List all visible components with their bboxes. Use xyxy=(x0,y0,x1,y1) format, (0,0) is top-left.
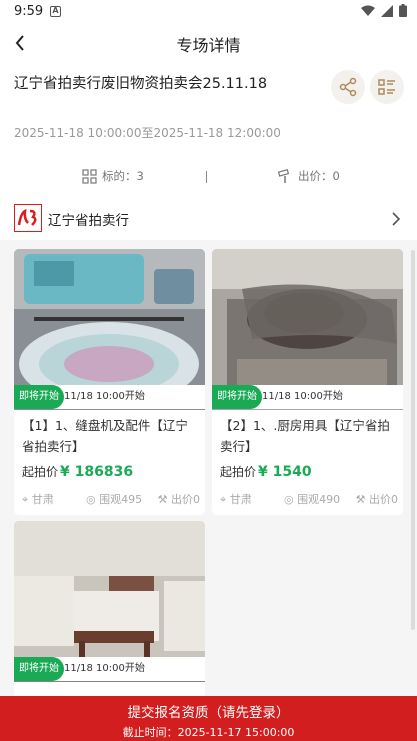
lot-status-row: 即将开始 11/18 10:00开始 xyxy=(14,385,205,409)
status-badge: 即将开始 xyxy=(14,657,64,681)
gavel-icon xyxy=(278,168,290,183)
submit-qualification-button[interactable]: 提交报名资质（请先登录） 截止时间：2025-11-17 15:00:00 xyxy=(0,696,417,741)
nav-bar: 专场详情 xyxy=(0,24,417,62)
lot-views-text: 围观495 xyxy=(99,493,143,506)
lot-bids: ⚒ 出价0 xyxy=(355,493,398,506)
auction-stats: 标的：3 出价：0 xyxy=(0,166,417,188)
signal-icon xyxy=(381,4,393,17)
lot-location-text: 甘肃 xyxy=(229,493,252,506)
status-badge: 即将开始 xyxy=(212,385,262,409)
start-price-label: 起拍价 xyxy=(22,465,59,479)
notification-icon: A xyxy=(50,6,61,17)
start-price-label: 起拍价 xyxy=(220,465,257,479)
share-button[interactable] xyxy=(331,70,365,104)
lot-bids-text: 出价0 xyxy=(369,493,398,506)
lot-views-text: 围观490 xyxy=(297,493,341,506)
start-price-amount: ¥ 186836 xyxy=(60,464,134,480)
lot-title: 【2】1、.厨房用具【辽宁省拍卖行】 xyxy=(220,418,390,454)
status-badge: 即将开始 xyxy=(14,385,64,409)
status-time: 9:59 xyxy=(14,4,44,19)
start-price-amount: ¥ 1540 xyxy=(258,464,312,480)
wifi-icon xyxy=(361,5,375,16)
page-title: 专场详情 xyxy=(176,36,241,55)
lot-bids: ⚒ 出价0 xyxy=(157,493,200,506)
lot-title: 【1】1、缝盘机及配件【辽宁省拍卖行】 xyxy=(22,418,188,454)
bids-count-label: 出价：0 xyxy=(298,169,340,183)
bids-count: 出价：0 xyxy=(278,168,340,184)
list-icon xyxy=(378,79,395,95)
list-view-button[interactable] xyxy=(370,70,404,104)
lot-card[interactable]: 即将开始 11/18 10:00开始 【1】1、缝盘机及配件【辽宁省拍卖行】 起… xyxy=(14,249,205,515)
lot-location: ⌖ 甘肃 xyxy=(22,493,54,506)
lot-card[interactable]: 即将开始 11/18 10:00开始 【2】1、.厨房用具【辽宁省拍卖行】 起拍… xyxy=(212,249,403,515)
lot-start-time: 11/18 10:00开始 xyxy=(64,391,145,402)
stats-divider xyxy=(206,171,207,183)
lot-card[interactable]: 即将开始 11/18 10:00开始 xyxy=(14,521,205,696)
submit-label: 提交报名资质（请先登录） xyxy=(127,705,290,721)
organizer-name: 辽宁省拍卖行 xyxy=(48,213,129,229)
lot-bids-text: 出价0 xyxy=(171,493,200,506)
lots-count-label: 标的：3 xyxy=(102,169,144,183)
lot-views: ◎ 围观490 xyxy=(284,493,341,506)
share-icon xyxy=(339,77,357,97)
status-bar: 9:59 A xyxy=(0,0,417,24)
lot-start-time: 11/18 10:00开始 xyxy=(64,663,145,674)
grid-icon xyxy=(82,168,97,184)
lot-start-price: 起拍价 ¥ 1540 xyxy=(220,463,312,480)
lots-grid: 即将开始 11/18 10:00开始 【1】1、缝盘机及配件【辽宁省拍卖行】 起… xyxy=(0,240,417,696)
auction-title: 辽宁省拍卖行废旧物资拍卖会25.11.18 xyxy=(14,76,268,92)
lot-views: ◎ 围观495 xyxy=(86,493,143,506)
lot-status-row: 即将开始 11/18 10:00开始 xyxy=(212,385,403,409)
chevron-right-icon xyxy=(392,212,401,226)
auction-time-range: 2025-11-18 10:00:00至2025-11-18 12:00:00 xyxy=(14,126,281,140)
battery-icon xyxy=(399,4,407,17)
status-icons xyxy=(361,4,407,17)
lot-status-row: 即将开始 11/18 10:00开始 xyxy=(14,657,205,681)
lot-start-time: 11/18 10:00开始 xyxy=(262,391,343,402)
deadline-label: 截止时间：2025-11-17 15:00:00 xyxy=(122,726,295,739)
lot-start-price: 起拍价 ¥ 186836 xyxy=(22,463,133,480)
lot-location-text: 甘肃 xyxy=(31,493,54,506)
auction-header: 辽宁省拍卖行废旧物资拍卖会25.11.18 2025-11-18 10:00:0… xyxy=(0,62,417,240)
lot-location: ⌖ 甘肃 xyxy=(220,493,252,506)
scrollbar[interactable] xyxy=(411,250,415,630)
organizer-row[interactable]: 辽宁省拍卖行 xyxy=(0,200,417,240)
organizer-logo xyxy=(14,204,42,232)
lots-count: 标的：3 xyxy=(82,168,144,184)
